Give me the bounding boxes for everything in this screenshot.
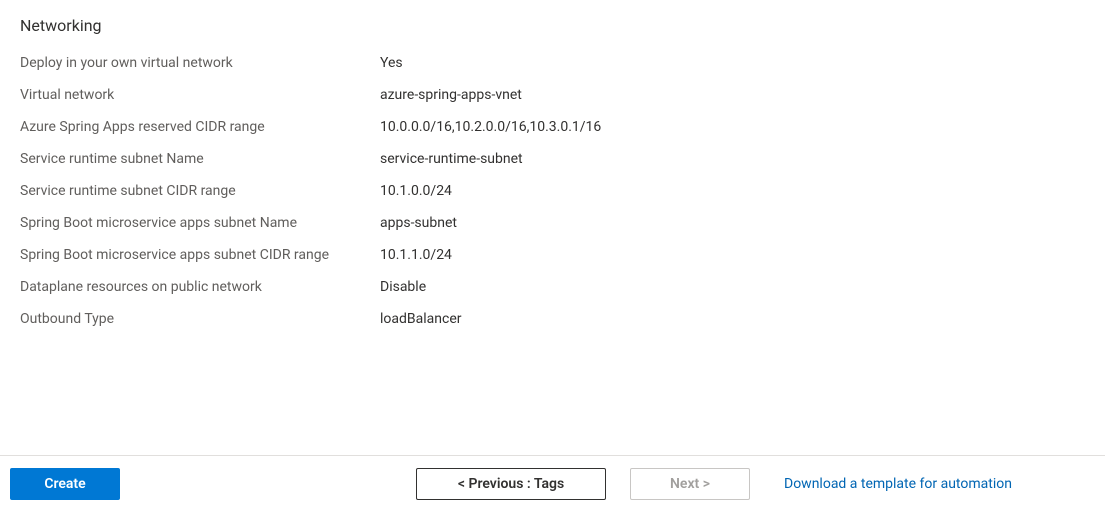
row-dataplane: Dataplane resources on public network Di… <box>20 277 1085 297</box>
value-outbound-type: loadBalancer <box>380 309 1085 329</box>
row-outbound-type: Outbound Type loadBalancer <box>20 309 1085 329</box>
value-virtual-network: azure-spring-apps-vnet <box>380 85 1085 105</box>
row-apps-subnet-name: Spring Boot microservice apps subnet Nam… <box>20 213 1085 233</box>
label-runtime-subnet-name: Service runtime subnet Name <box>20 149 380 169</box>
download-template-link[interactable]: Download a template for automation <box>784 476 1012 492</box>
label-outbound-type: Outbound Type <box>20 309 380 329</box>
footer-left-group: Create <box>10 468 416 500</box>
value-dataplane: Disable <box>380 277 1085 297</box>
section-title: Networking <box>20 16 1085 35</box>
label-cidr-range: Azure Spring Apps reserved CIDR range <box>20 117 380 137</box>
row-cidr-range: Azure Spring Apps reserved CIDR range 10… <box>20 117 1085 137</box>
networking-section: Networking Deploy in your own virtual ne… <box>0 0 1105 329</box>
create-button[interactable]: Create <box>10 468 120 500</box>
row-runtime-subnet-name: Service runtime subnet Name service-runt… <box>20 149 1085 169</box>
footer-nav-group: < Previous : Tags Next > <box>416 468 750 500</box>
label-apps-subnet-name: Spring Boot microservice apps subnet Nam… <box>20 213 380 233</box>
footer-link-wrap: Download a template for automation <box>784 476 1012 492</box>
value-runtime-subnet-cidr: 10.1.0.0/24 <box>380 181 1085 201</box>
previous-button[interactable]: < Previous : Tags <box>416 468 606 500</box>
value-runtime-subnet-name: service-runtime-subnet <box>380 149 1085 169</box>
value-cidr-range: 10.0.0.0/16,10.2.0.0/16,10.3.0.1/16 <box>380 117 1085 137</box>
label-runtime-subnet-cidr: Service runtime subnet CIDR range <box>20 181 380 201</box>
value-apps-subnet-name: apps-subnet <box>380 213 1085 233</box>
row-virtual-network: Virtual network azure-spring-apps-vnet <box>20 85 1085 105</box>
label-virtual-network: Virtual network <box>20 85 380 105</box>
row-runtime-subnet-cidr: Service runtime subnet CIDR range 10.1.0… <box>20 181 1085 201</box>
row-apps-subnet-cidr: Spring Boot microservice apps subnet CID… <box>20 245 1085 265</box>
label-apps-subnet-cidr: Spring Boot microservice apps subnet CID… <box>20 245 380 265</box>
label-deploy-vnet: Deploy in your own virtual network <box>20 53 380 73</box>
value-apps-subnet-cidr: 10.1.1.0/24 <box>380 245 1085 265</box>
next-button: Next > <box>630 468 750 500</box>
wizard-footer: Create < Previous : Tags Next > Download… <box>0 455 1105 512</box>
label-dataplane: Dataplane resources on public network <box>20 277 380 297</box>
row-deploy-vnet: Deploy in your own virtual network Yes <box>20 53 1085 73</box>
value-deploy-vnet: Yes <box>380 53 1085 73</box>
